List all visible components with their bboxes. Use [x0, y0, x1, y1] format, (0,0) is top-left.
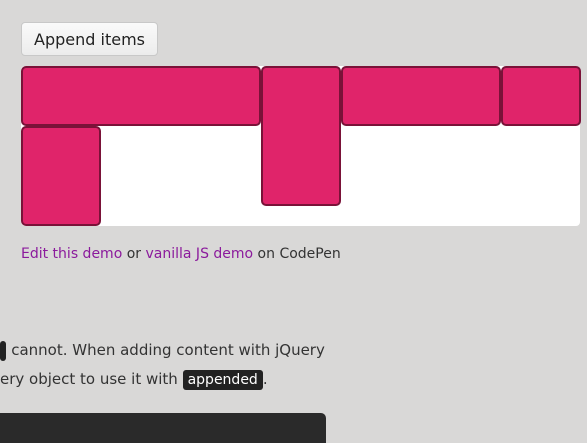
line1-text: cannot. When adding content with jQuery [6, 341, 325, 359]
or-text: or [122, 246, 146, 262]
vanilla-demo-link[interactable]: vanilla JS demo [146, 246, 254, 262]
codepen-text: on CodePen [253, 246, 341, 262]
body-text-line-1: cannot. When adding content with jQuery [0, 341, 325, 361]
append-items-button[interactable]: Append items [21, 22, 158, 56]
line2-tail: . [262, 370, 268, 388]
body-text-line-2: ery object to use it with appended. [0, 370, 268, 390]
demo-links: Edit this demo or vanilla JS demo on Cod… [21, 246, 341, 262]
line2-text: ery object to use it with [0, 370, 183, 388]
grid-item [341, 66, 501, 126]
grid-item [501, 66, 581, 126]
grid-item [21, 126, 101, 226]
edit-demo-link[interactable]: Edit this demo [21, 246, 122, 262]
grid-item [261, 66, 341, 206]
grid-item [21, 66, 261, 126]
inline-code-appended: appended [182, 370, 263, 390]
masonry-grid [21, 66, 581, 226]
